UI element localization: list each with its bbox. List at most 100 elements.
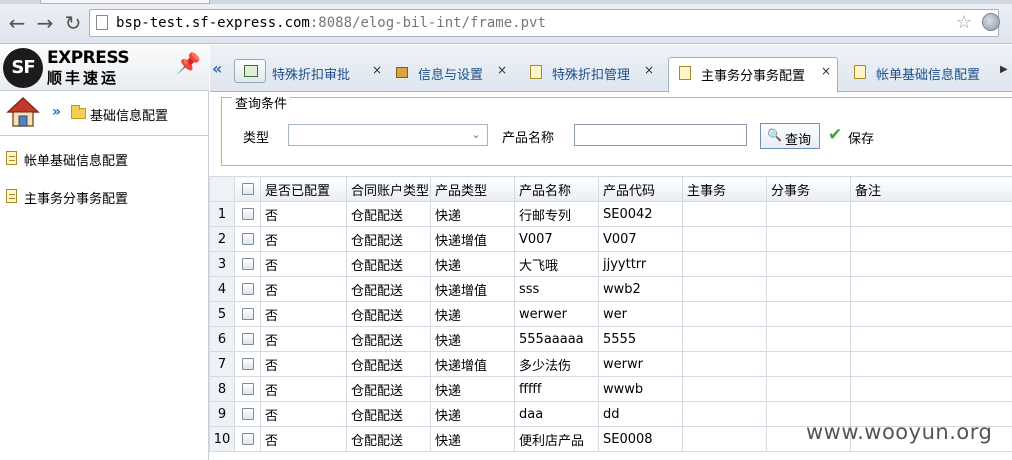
table-row[interactable]: 4 否 仓配配送 快递增值 sss wwb2 — [209, 276, 1012, 302]
column-header[interactable]: 备注 — [850, 176, 1012, 202]
column-header[interactable]: 主事务 — [682, 176, 767, 202]
cell-main-transaction[interactable] — [682, 376, 767, 402]
cell-main-transaction[interactable] — [682, 226, 767, 252]
cell-main-transaction[interactable] — [682, 351, 767, 377]
sidebar-item-billing-config[interactable]: 帐单基础信息配置 — [0, 139, 209, 177]
column-header[interactable]: 分事务 — [766, 176, 851, 202]
row-checkbox[interactable] — [234, 251, 261, 277]
grid-header-row: 是否已配置 合同账户类型 产品类型 产品名称 产品代码 主事务 分事务 备注 — [209, 176, 1012, 202]
save-button-label: 保存 — [848, 132, 875, 147]
tab-home-button[interactable] — [234, 59, 266, 83]
cell-remark[interactable] — [850, 276, 1012, 302]
tab-discount-approval[interactable]: 特殊折扣审批 × — [272, 57, 392, 93]
breadcrumb: » 基础信息配置 — [0, 92, 209, 136]
cell-sub-transaction[interactable] — [766, 226, 851, 252]
cell-sub-transaction[interactable] — [766, 326, 851, 352]
address-bar[interactable]: bsp-test.sf-express.com:8088/elog-bil-in… — [89, 9, 999, 37]
row-checkbox[interactable] — [234, 226, 261, 252]
cell-main-transaction[interactable] — [682, 326, 767, 352]
type-select[interactable]: ⌄ — [288, 124, 488, 146]
cell-sub-transaction[interactable] — [766, 376, 851, 402]
cell-main-transaction[interactable] — [682, 276, 767, 302]
cell-account-type: 仓配配送 — [346, 376, 431, 402]
cell-account-type: 仓配配送 — [346, 251, 431, 277]
back-arrow-icon[interactable]: ← — [6, 12, 28, 34]
row-number: 6 — [209, 326, 235, 352]
cell-main-transaction[interactable] — [682, 301, 767, 327]
chevron-down-icon[interactable]: ⌄ — [468, 127, 484, 143]
close-icon[interactable]: × — [497, 63, 507, 77]
table-row[interactable]: 7 否 仓配配送 快递增值 多少法伤 werwr — [209, 351, 1012, 377]
cell-remark[interactable] — [850, 201, 1012, 227]
cell-sub-transaction[interactable] — [766, 351, 851, 377]
row-checkbox[interactable] — [234, 401, 261, 427]
home-icon[interactable] — [6, 95, 40, 129]
cell-remark[interactable] — [850, 301, 1012, 327]
cell-remark[interactable] — [850, 351, 1012, 377]
product-name-input[interactable] — [574, 124, 747, 146]
table-row[interactable]: 6 否 仓配配送 快递 555aaaaa 5555 — [209, 326, 1012, 352]
cell-sub-transaction[interactable] — [766, 276, 851, 302]
row-checkbox[interactable] — [234, 376, 261, 402]
sidebar-item-transaction-config[interactable]: 主事务分事务配置 — [0, 177, 209, 215]
cell-remark[interactable] — [850, 376, 1012, 402]
column-header[interactable]: 是否已配置 — [260, 176, 347, 202]
tab-info-settings[interactable]: 信息与设置 × — [396, 57, 518, 93]
close-icon[interactable]: × — [372, 63, 382, 77]
cell-configured: 否 — [260, 326, 347, 352]
browser-tab[interactable] — [40, 0, 210, 4]
folder-icon — [71, 105, 86, 119]
table-row[interactable]: 5 否 仓配配送 快递 werwer wer — [209, 301, 1012, 327]
cell-main-transaction[interactable] — [682, 401, 767, 427]
collapse-sidebar-icon[interactable]: « — [212, 59, 222, 78]
row-checkbox[interactable] — [234, 301, 261, 327]
bookmark-star-icon[interactable]: ☆ — [956, 10, 972, 36]
table-row[interactable]: 3 否 仓配配送 快递 大飞哦 jjyyttrr — [209, 251, 1012, 277]
tab-scroll-right-icon[interactable]: ▶ — [1000, 64, 1008, 75]
row-checkbox[interactable] — [234, 426, 261, 452]
brand-header: SF EXPRESS 顺丰速运 📌 — [0, 45, 209, 91]
cell-sub-transaction[interactable] — [766, 201, 851, 227]
cell-product-name: daa — [514, 401, 599, 427]
pin-icon[interactable]: 📌 — [176, 51, 201, 75]
table-row[interactable]: 1 否 仓配配送 快递 行邮专列 SE0042 — [209, 201, 1012, 227]
row-checkbox[interactable] — [234, 326, 261, 352]
cell-remark[interactable] — [850, 251, 1012, 277]
reload-icon[interactable]: ↻ — [62, 12, 84, 34]
cell-remark[interactable] — [850, 226, 1012, 252]
close-icon[interactable]: × — [644, 63, 654, 77]
row-checkbox[interactable] — [234, 201, 261, 227]
cell-product-name: V007 — [514, 226, 599, 252]
cell-product-name: 便利店产品 — [514, 426, 599, 452]
column-header[interactable]: 产品代码 — [598, 176, 683, 202]
column-header[interactable]: 产品名称 — [514, 176, 599, 202]
cell-remark[interactable] — [850, 326, 1012, 352]
cell-product-type: 快递 — [430, 201, 515, 227]
row-checkbox[interactable] — [234, 351, 261, 377]
table-row[interactable]: 8 否 仓配配送 快递 fffff wwwb — [209, 376, 1012, 402]
tab-discount-management[interactable]: 特殊折扣管理 × — [530, 57, 660, 93]
cell-main-transaction[interactable] — [682, 251, 767, 277]
cell-main-transaction[interactable] — [682, 426, 767, 452]
tab-billing-config[interactable]: 帐单基础信息配置 — [854, 57, 994, 93]
cell-product-type: 快递增值 — [430, 351, 515, 377]
column-header[interactable]: 产品类型 — [430, 176, 515, 202]
tab-transaction-config[interactable]: 主事务分事务配置 × — [668, 57, 838, 93]
cell-product-type: 快递 — [430, 376, 515, 402]
document-icon — [530, 65, 542, 79]
cell-product-type: 快递 — [430, 426, 515, 452]
save-button[interactable]: ✔ 保存 — [826, 125, 886, 149]
forward-arrow-icon[interactable]: → — [34, 12, 56, 34]
query-button[interactable]: 🔍 查询 — [760, 123, 820, 149]
monitor-icon — [244, 65, 258, 77]
column-header[interactable]: 合同账户类型 — [346, 176, 431, 202]
globe-icon[interactable] — [982, 13, 1000, 31]
select-all-checkbox[interactable] — [234, 176, 261, 202]
cell-sub-transaction[interactable] — [766, 301, 851, 327]
cell-product-code: V007 — [598, 226, 683, 252]
close-icon[interactable]: × — [821, 64, 831, 78]
row-checkbox[interactable] — [234, 276, 261, 302]
table-row[interactable]: 2 否 仓配配送 快递增值 V007 V007 — [209, 226, 1012, 252]
cell-sub-transaction[interactable] — [766, 251, 851, 277]
cell-main-transaction[interactable] — [682, 201, 767, 227]
